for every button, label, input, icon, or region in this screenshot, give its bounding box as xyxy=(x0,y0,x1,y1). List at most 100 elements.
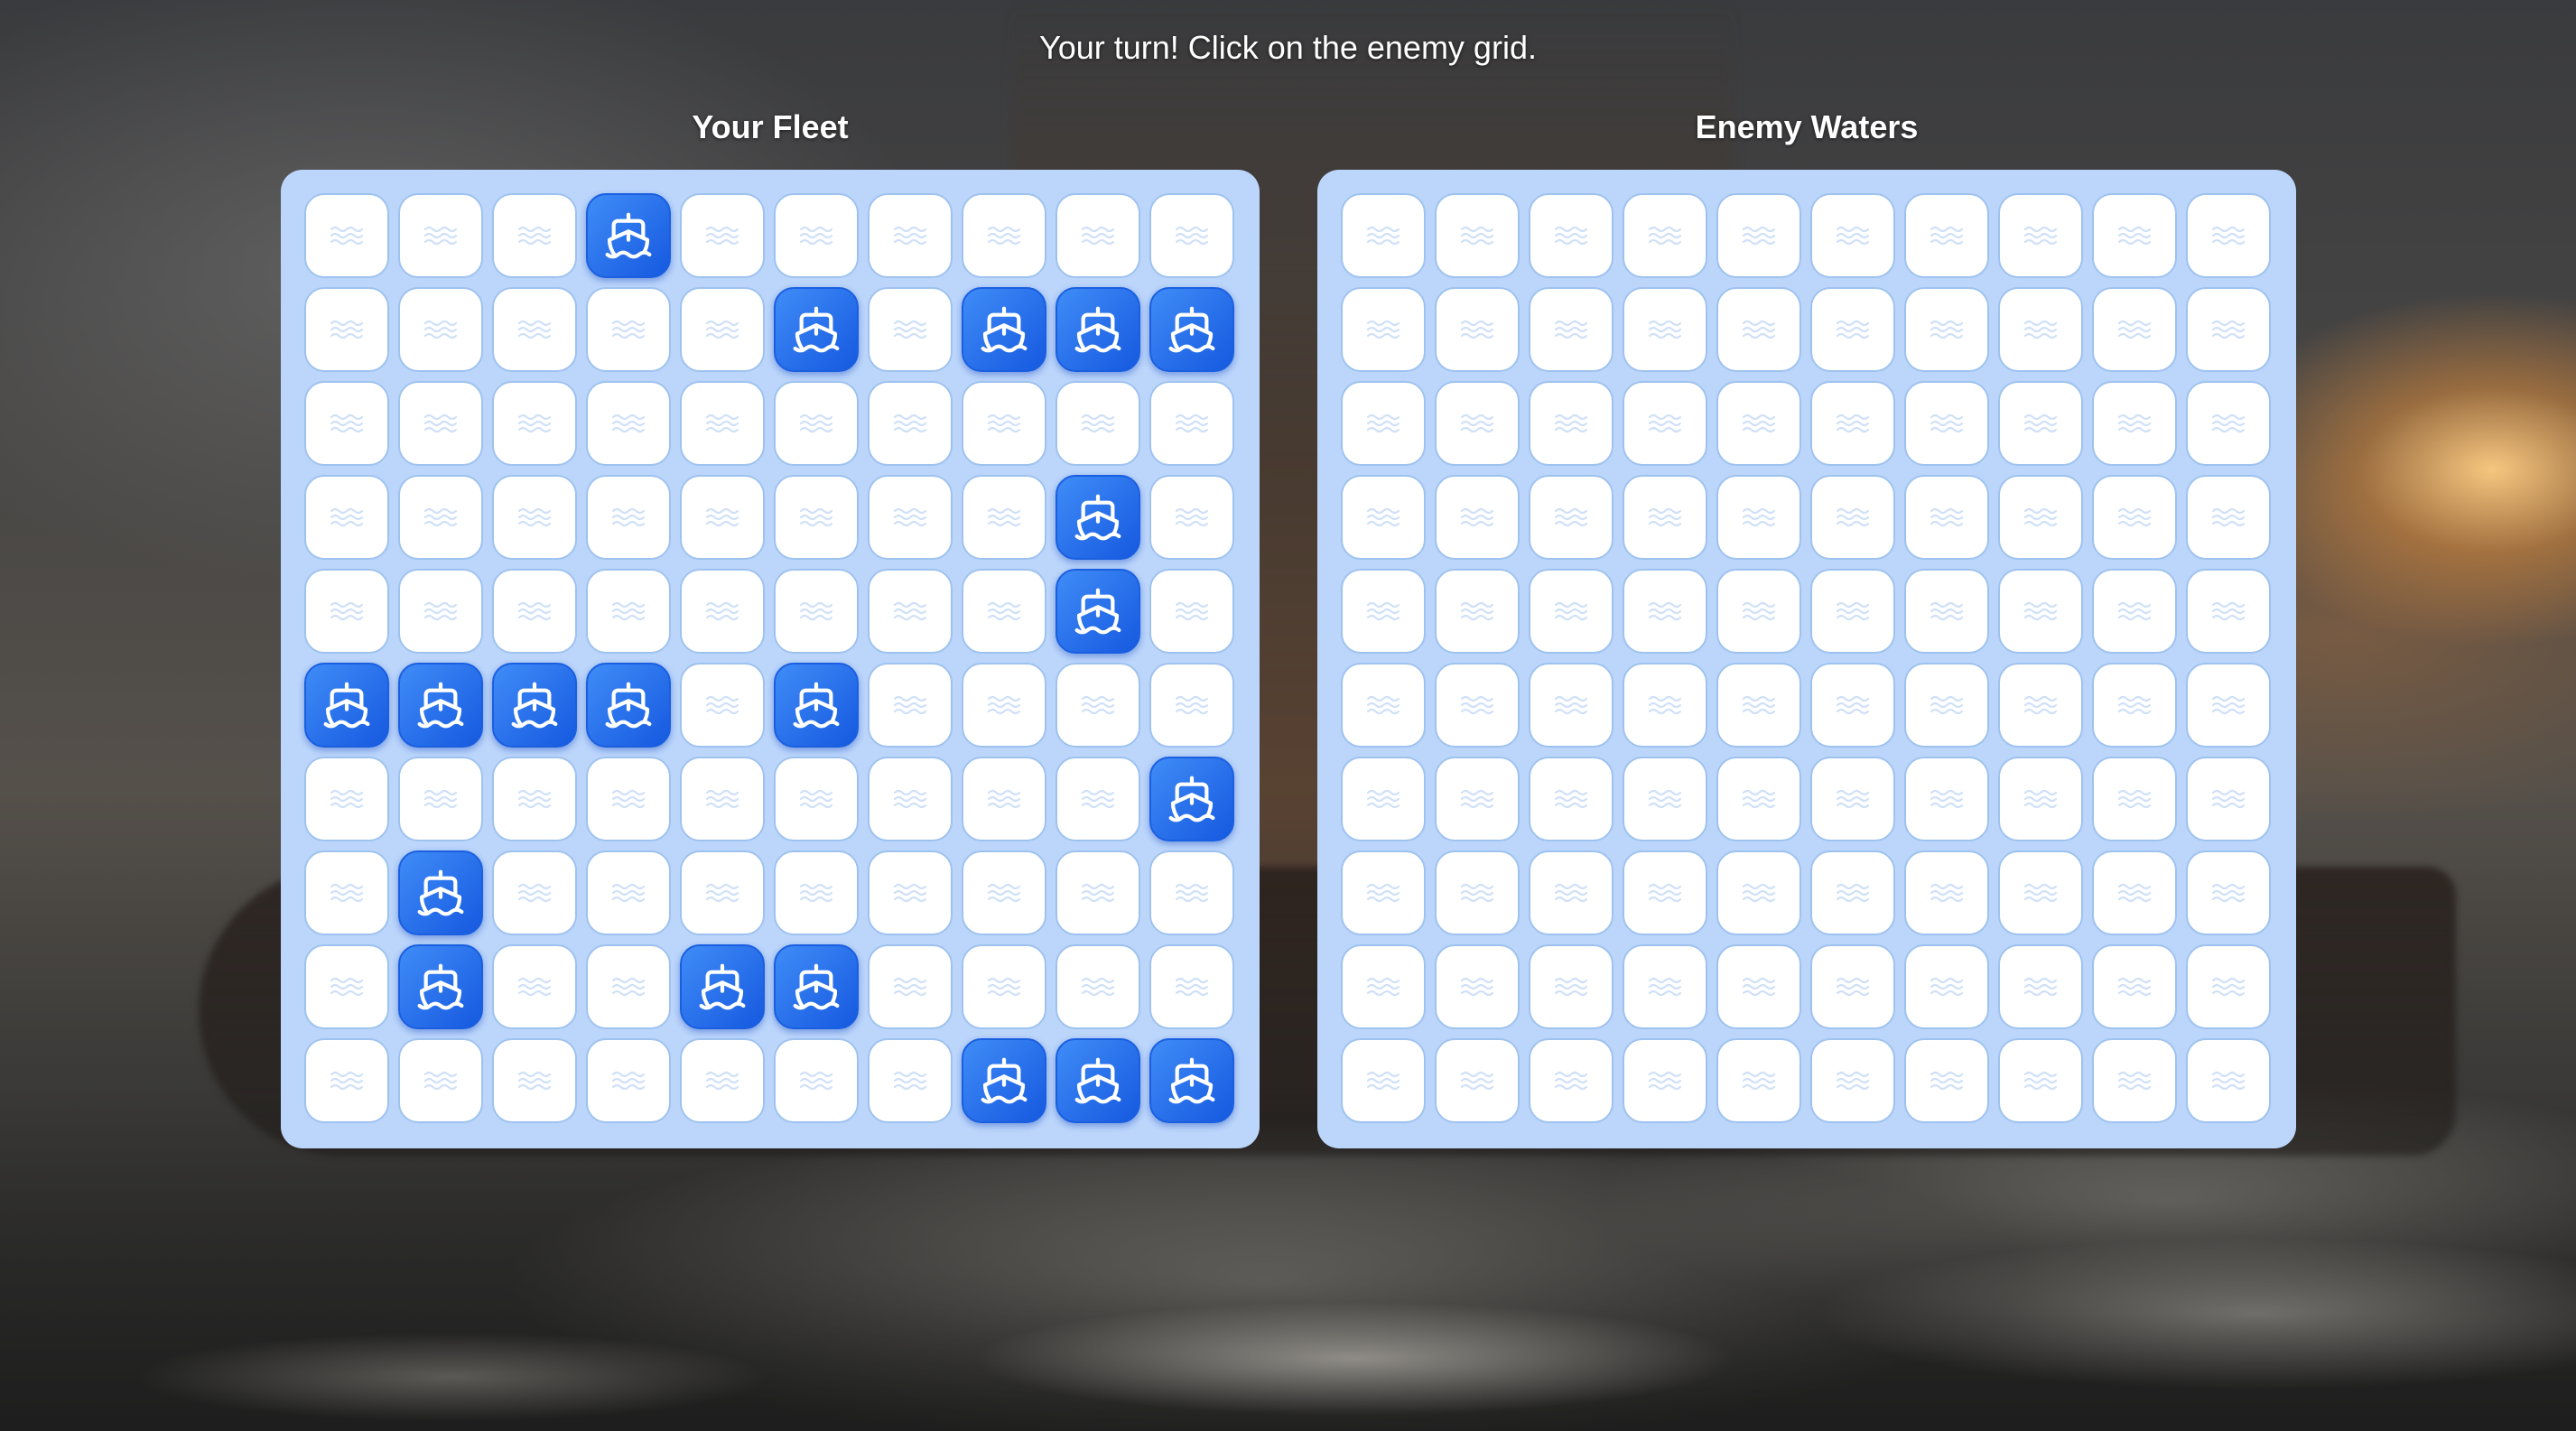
enemy-cell-r8-c3[interactable] xyxy=(1529,850,1613,935)
enemy-cell-r10-c10[interactable] xyxy=(2186,1038,2271,1123)
enemy-cell-r3-c2[interactable] xyxy=(1435,381,1520,466)
enemy-cell-r3-c7[interactable] xyxy=(1904,381,1989,466)
enemy-cell-r10-c9[interactable] xyxy=(2092,1038,2177,1123)
enemy-cell-r3-c9[interactable] xyxy=(2092,381,2177,466)
enemy-cell-r9-c2[interactable] xyxy=(1435,944,1520,1029)
enemy-cell-r9-c6[interactable] xyxy=(1810,944,1895,1029)
enemy-cell-r9-c10[interactable] xyxy=(2186,944,2271,1029)
enemy-cell-r10-c3[interactable] xyxy=(1529,1038,1613,1123)
enemy-cell-r6-c4[interactable] xyxy=(1623,663,1707,748)
enemy-cell-r6-c1[interactable] xyxy=(1341,663,1426,748)
enemy-cell-r3-c3[interactable] xyxy=(1529,381,1613,466)
enemy-cell-r8-c7[interactable] xyxy=(1904,850,1989,935)
enemy-cell-r2-c7[interactable] xyxy=(1904,287,1989,372)
enemy-cell-r10-c5[interactable] xyxy=(1716,1038,1801,1123)
enemy-cell-r1-c3[interactable] xyxy=(1529,193,1613,278)
enemy-cell-r4-c4[interactable] xyxy=(1623,475,1707,560)
enemy-cell-r2-c3[interactable] xyxy=(1529,287,1613,372)
enemy-cell-r7-c2[interactable] xyxy=(1435,757,1520,841)
enemy-cell-r7-c6[interactable] xyxy=(1810,757,1895,841)
enemy-cell-r3-c6[interactable] xyxy=(1810,381,1895,466)
enemy-cell-r9-c1[interactable] xyxy=(1341,944,1426,1029)
enemy-cell-r4-c1[interactable] xyxy=(1341,475,1426,560)
enemy-cell-r8-c4[interactable] xyxy=(1623,850,1707,935)
enemy-cell-r3-c5[interactable] xyxy=(1716,381,1801,466)
enemy-cell-r4-c10[interactable] xyxy=(2186,475,2271,560)
enemy-cell-r1-c7[interactable] xyxy=(1904,193,1989,278)
enemy-cell-r6-c5[interactable] xyxy=(1716,663,1801,748)
enemy-cell-r8-c8[interactable] xyxy=(1998,850,2083,935)
enemy-cell-r3-c1[interactable] xyxy=(1341,381,1426,466)
enemy-cell-r4-c3[interactable] xyxy=(1529,475,1613,560)
enemy-cell-r9-c3[interactable] xyxy=(1529,944,1613,1029)
enemy-cell-r8-c6[interactable] xyxy=(1810,850,1895,935)
enemy-cell-r5-c4[interactable] xyxy=(1623,569,1707,654)
enemy-cell-r7-c3[interactable] xyxy=(1529,757,1613,841)
enemy-cell-r7-c5[interactable] xyxy=(1716,757,1801,841)
enemy-cell-r6-c10[interactable] xyxy=(2186,663,2271,748)
enemy-cell-r8-c10[interactable] xyxy=(2186,850,2271,935)
enemy-cell-r2-c4[interactable] xyxy=(1623,287,1707,372)
enemy-cell-r3-c8[interactable] xyxy=(1998,381,2083,466)
enemy-cell-r8-c2[interactable] xyxy=(1435,850,1520,935)
enemy-cell-r9-c8[interactable] xyxy=(1998,944,2083,1029)
enemy-cell-r5-c10[interactable] xyxy=(2186,569,2271,654)
enemy-cell-r6-c7[interactable] xyxy=(1904,663,1989,748)
enemy-cell-r1-c4[interactable] xyxy=(1623,193,1707,278)
enemy-cell-r1-c6[interactable] xyxy=(1810,193,1895,278)
enemy-cell-r10-c1[interactable] xyxy=(1341,1038,1426,1123)
enemy-cell-r7-c1[interactable] xyxy=(1341,757,1426,841)
enemy-cell-r1-c10[interactable] xyxy=(2186,193,2271,278)
enemy-cell-r5-c2[interactable] xyxy=(1435,569,1520,654)
enemy-cell-r5-c7[interactable] xyxy=(1904,569,1989,654)
enemy-cell-r10-c8[interactable] xyxy=(1998,1038,2083,1123)
enemy-cell-r4-c6[interactable] xyxy=(1810,475,1895,560)
enemy-cell-r9-c4[interactable] xyxy=(1623,944,1707,1029)
enemy-cell-r5-c5[interactable] xyxy=(1716,569,1801,654)
enemy-cell-r9-c7[interactable] xyxy=(1904,944,1989,1029)
enemy-cell-r3-c10[interactable] xyxy=(2186,381,2271,466)
enemy-cell-r7-c4[interactable] xyxy=(1623,757,1707,841)
enemy-cell-r1-c1[interactable] xyxy=(1341,193,1426,278)
enemy-cell-r6-c6[interactable] xyxy=(1810,663,1895,748)
enemy-cell-r5-c3[interactable] xyxy=(1529,569,1613,654)
enemy-cell-r10-c6[interactable] xyxy=(1810,1038,1895,1123)
enemy-cell-r5-c8[interactable] xyxy=(1998,569,2083,654)
enemy-cell-r4-c2[interactable] xyxy=(1435,475,1520,560)
enemy-cell-r8-c9[interactable] xyxy=(2092,850,2177,935)
enemy-cell-r7-c7[interactable] xyxy=(1904,757,1989,841)
enemy-cell-r6-c9[interactable] xyxy=(2092,663,2177,748)
enemy-cell-r5-c1[interactable] xyxy=(1341,569,1426,654)
enemy-cell-r9-c5[interactable] xyxy=(1716,944,1801,1029)
enemy-cell-r10-c4[interactable] xyxy=(1623,1038,1707,1123)
enemy-cell-r3-c4[interactable] xyxy=(1623,381,1707,466)
enemy-cell-r4-c5[interactable] xyxy=(1716,475,1801,560)
enemy-cell-r1-c8[interactable] xyxy=(1998,193,2083,278)
enemy-cell-r2-c8[interactable] xyxy=(1998,287,2083,372)
enemy-cell-r4-c9[interactable] xyxy=(2092,475,2177,560)
enemy-cell-r2-c9[interactable] xyxy=(2092,287,2177,372)
enemy-cell-r4-c7[interactable] xyxy=(1904,475,1989,560)
enemy-cell-r7-c9[interactable] xyxy=(2092,757,2177,841)
enemy-cell-r1-c5[interactable] xyxy=(1716,193,1801,278)
enemy-cell-r2-c1[interactable] xyxy=(1341,287,1426,372)
enemy-cell-r6-c3[interactable] xyxy=(1529,663,1613,748)
enemy-cell-r2-c5[interactable] xyxy=(1716,287,1801,372)
enemy-cell-r4-c8[interactable] xyxy=(1998,475,2083,560)
enemy-cell-r6-c8[interactable] xyxy=(1998,663,2083,748)
enemy-cell-r5-c6[interactable] xyxy=(1810,569,1895,654)
enemy-cell-r10-c2[interactable] xyxy=(1435,1038,1520,1123)
enemy-cell-r1-c9[interactable] xyxy=(2092,193,2177,278)
enemy-cell-r9-c9[interactable] xyxy=(2092,944,2177,1029)
enemy-cell-r7-c8[interactable] xyxy=(1998,757,2083,841)
enemy-cell-r7-c10[interactable] xyxy=(2186,757,2271,841)
enemy-cell-r6-c2[interactable] xyxy=(1435,663,1520,748)
enemy-cell-r8-c1[interactable] xyxy=(1341,850,1426,935)
enemy-cell-r1-c2[interactable] xyxy=(1435,193,1520,278)
enemy-cell-r8-c5[interactable] xyxy=(1716,850,1801,935)
enemy-cell-r2-c10[interactable] xyxy=(2186,287,2271,372)
enemy-cell-r2-c6[interactable] xyxy=(1810,287,1895,372)
enemy-cell-r2-c2[interactable] xyxy=(1435,287,1520,372)
enemy-cell-r5-c9[interactable] xyxy=(2092,569,2177,654)
enemy-cell-r10-c7[interactable] xyxy=(1904,1038,1989,1123)
